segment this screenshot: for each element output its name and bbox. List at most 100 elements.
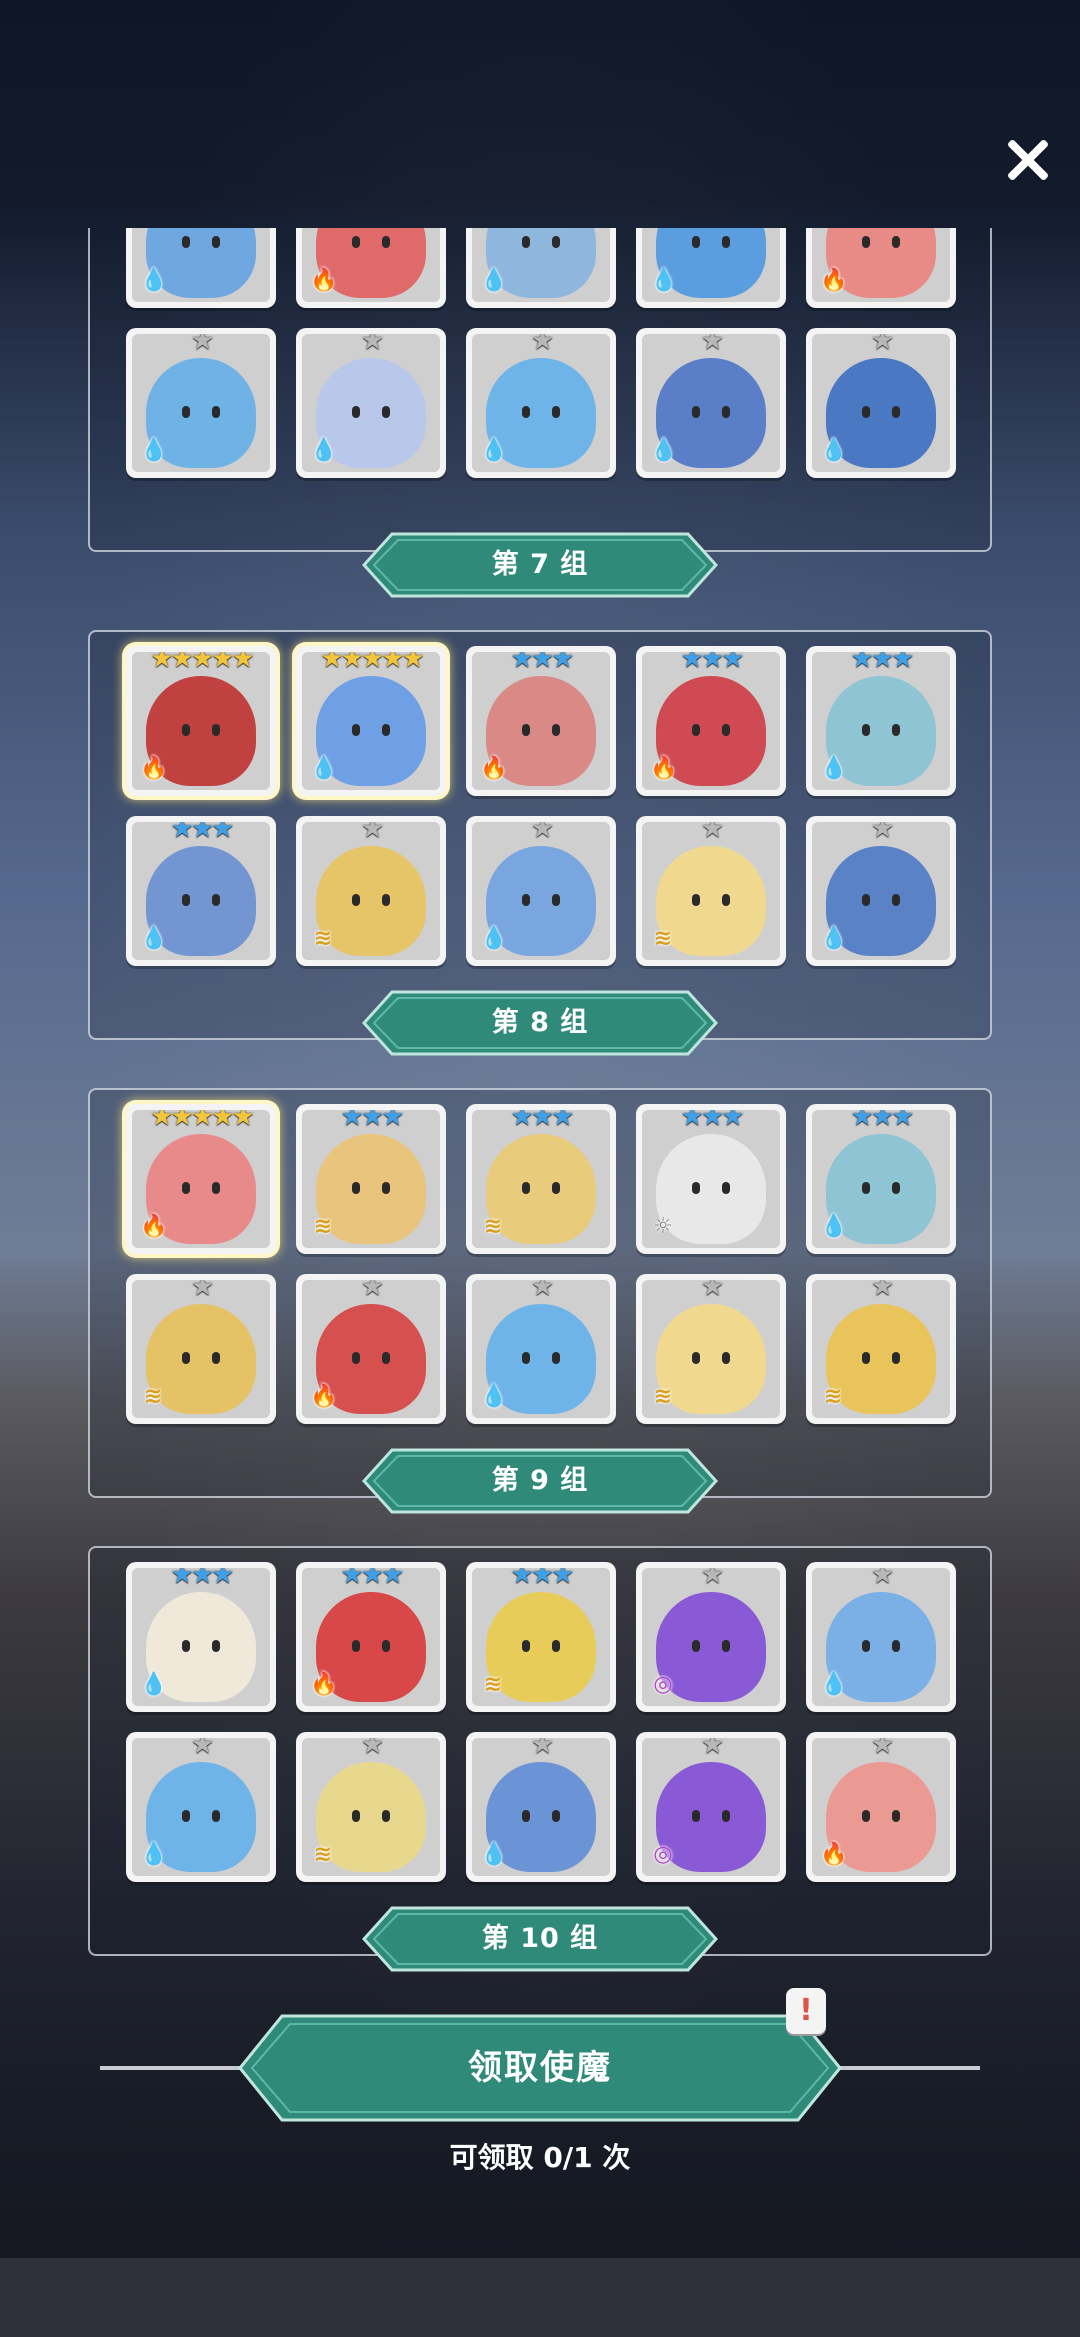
familiar-card-blue-bear[interactable]: ★ 💧 (466, 1274, 616, 1424)
familiar-card-blue-golem[interactable]: ★ 💧 (806, 328, 956, 478)
familiar-card-unicorn-knight[interactable]: ★★★ ≋ (296, 1104, 446, 1254)
familiar-portrait: ★ ≋ (812, 1280, 950, 1418)
bottom-bar (0, 2258, 1080, 2337)
familiar-portrait: ★ 💧 (132, 334, 270, 472)
face-icon (346, 894, 396, 908)
dark-element-icon: ◎ (653, 1842, 673, 1867)
familiar-card-purple-witch[interactable]: ★ ◎ (636, 1732, 786, 1882)
face-icon (346, 724, 396, 738)
familiar-card-witch-girl[interactable]: ★ 💧 (636, 328, 786, 478)
familiar-portrait: ★ 💧 (812, 822, 950, 960)
star-rating-icon: ★ (870, 1568, 894, 1590)
wind-element-icon: ≋ (313, 1214, 333, 1239)
familiar-card-red-fuzzball[interactable]: 🔥 (296, 228, 446, 308)
water-element-icon: 💧 (820, 1214, 848, 1239)
fire-element-icon: 🔥 (820, 268, 848, 293)
familiar-portrait: ★ 🔥 (812, 1738, 950, 1876)
familiar-card-flower-girl[interactable]: ★ ≋ (636, 816, 786, 966)
familiar-card-pink-fox[interactable]: ★★★★★ 🔥 (126, 1104, 276, 1254)
familiar-grid: ★★★★★ 🔥 ★★★★★ 💧 ★★★ 🔥 ★★★ 🔥 ★★★ 💧 ★★★ 💧 ★ ≋ ★ 💧 ★ ≋ ★ 💧 (126, 646, 956, 966)
face-icon (686, 1640, 736, 1654)
group-list[interactable]: 💧 🔥 💧 💧 🔥 ★ 💧 ★ 💧 ★ 💧 ★ 💧 ★ 💧 第 7 组 ★★★★★ 🔥 ★★★★★ 💧 ★★★ 🔥 ★★★ 🔥… (0, 228, 1080, 1988)
group-label: 第 9 组 (491, 1465, 589, 1496)
water-element-icon: 💧 (140, 1672, 168, 1697)
star-rating-icon: ★★★ (850, 652, 915, 674)
familiar-card-card-soldier[interactable]: ★ 💧 (806, 816, 956, 966)
familiar-card-red-worm[interactable]: 🔥 (806, 228, 956, 308)
familiar-card-dragon-girl[interactable]: ★★★ 🔥 (466, 646, 616, 796)
familiar-card-red-book[interactable]: ★★★★★ 🔥 (126, 646, 276, 796)
familiar-card-red-hood[interactable]: ★★★ 🔥 (636, 646, 786, 796)
familiar-card-ice-queen[interactable]: ★★★★★ 💧 (296, 646, 446, 796)
face-icon (686, 1352, 736, 1366)
familiar-card-skull-witch[interactable]: ★★★ 💧 (806, 1104, 956, 1254)
familiar-card-blue-bear[interactable]: ★ 💧 (126, 1732, 276, 1882)
familiar-card-yellow-antler[interactable]: ★★★ ≋ (466, 1562, 616, 1712)
face-icon (176, 1810, 226, 1824)
familiar-portrait: ★ ≋ (302, 822, 440, 960)
star-rating-icon: ★★★★★ (150, 1110, 255, 1132)
dark-element-icon: ◎ (653, 1672, 673, 1697)
familiar-card-blue-bear[interactable]: ★ 💧 (466, 328, 616, 478)
familiar-card-purple-fuzzball[interactable]: ★ ◎ (636, 1562, 786, 1712)
familiar-card-blue-cactus[interactable]: ★ 💧 (806, 1562, 956, 1712)
group-panel: ★★★★★ 🔥 ★★★ ≋ ★★★ ≋ ★★★ ☼ ★★★ 💧 ★ ≋ ★ 🔥 ★ 💧 ★ ≋ ★ ≋ (88, 1088, 992, 1498)
familiar-card-blue-spiky[interactable]: 💧 (636, 228, 786, 308)
familiar-portrait: ★ 💧 (642, 334, 780, 472)
familiar-card-red-coral[interactable]: ★ 🔥 (296, 1274, 446, 1424)
familiar-portrait: 🔥 (302, 228, 440, 302)
fire-element-icon: 🔥 (820, 1842, 848, 1867)
face-icon (516, 236, 566, 250)
familiar-card-clock-monster[interactable]: 💧 (126, 228, 276, 308)
familiar-portrait: ★★★ 🔥 (472, 652, 610, 790)
star-rating-icon: ★★★ (850, 1110, 915, 1132)
familiar-card-white-knight[interactable]: ★★★ ☼ (636, 1104, 786, 1254)
familiar-card-ghost[interactable]: ★ 💧 (296, 328, 446, 478)
star-rating-icon: ★★★ (510, 1110, 575, 1132)
group-label-banner: 第 8 组 (362, 990, 718, 1056)
fire-element-icon: 🔥 (140, 1214, 168, 1239)
fire-element-icon: 🔥 (140, 756, 168, 781)
group-label-banner: 第 10 组 (362, 1906, 718, 1972)
star-rating-icon: ★ (360, 822, 384, 844)
familiar-card-winged-warrior[interactable]: ★ ≋ (806, 1274, 956, 1424)
group-panel: ★★★ 💧 ★★★ 🔥 ★★★ ≋ ★ ◎ ★ 💧 ★ 💧 ★ ≋ ★ 💧 ★ ◎ ★ 🔥 (88, 1546, 992, 1956)
familiar-card-blue-dino[interactable]: ★ 💧 (126, 328, 276, 478)
wind-element-icon: ≋ (483, 1214, 503, 1239)
wind-element-icon: ≋ (483, 1672, 503, 1697)
star-rating-icon: ★★★ (680, 652, 745, 674)
fire-element-icon: 🔥 (480, 756, 508, 781)
familiar-card-mummy[interactable]: 💧 (466, 228, 616, 308)
familiar-card-skull-witch[interactable]: ★★★ 💧 (806, 646, 956, 796)
familiar-portrait: ★★★ ☼ (642, 1110, 780, 1248)
familiar-card-goggle-kid[interactable]: ★ 💧 (466, 1732, 616, 1882)
face-icon (176, 894, 226, 908)
star-rating-icon: ★ (700, 1568, 724, 1590)
wind-element-icon: ≋ (313, 926, 333, 951)
close-icon[interactable] (1000, 132, 1056, 188)
claim-count: 可领取 0/1 次 (449, 2141, 631, 2174)
familiar-card-banana-cactus[interactable]: ★ ≋ (296, 816, 446, 966)
familiar-card-flower-girl[interactable]: ★ ≋ (636, 1274, 786, 1424)
familiar-card-white-ninja[interactable]: ★★★ 💧 (126, 1562, 276, 1712)
familiar-card-red-antler[interactable]: ★★★ 🔥 (296, 1562, 446, 1712)
familiar-portrait: ★★★ ≋ (302, 1110, 440, 1248)
familiar-card-yellow-fuzzball[interactable]: ★ ≋ (126, 1274, 276, 1424)
familiar-portrait: ★ 💧 (472, 1280, 610, 1418)
star-rating-icon: ★★★★★ (320, 652, 425, 674)
star-rating-icon: ★ (870, 822, 894, 844)
familiar-portrait: ★ 💧 (472, 334, 610, 472)
face-icon (516, 406, 566, 420)
familiar-card-pink-warrior[interactable]: ★ 🔥 (806, 1732, 956, 1882)
face-icon (176, 1182, 226, 1196)
claim-familiar-button[interactable]: 领取使魔 (238, 2014, 842, 2122)
familiar-card-turban-cat[interactable]: ★ ≋ (296, 1732, 446, 1882)
familiar-portrait: 💧 (642, 228, 780, 302)
familiar-card-golden-priest[interactable]: ★★★ ≋ (466, 1104, 616, 1254)
familiar-card-blue-slime[interactable]: ★ 💧 (466, 816, 616, 966)
face-icon (516, 1352, 566, 1366)
familiar-card-blue-robot[interactable]: ★★★ 💧 (126, 816, 276, 966)
star-rating-icon: ★★★ (340, 1110, 405, 1132)
familiar-portrait: ★ 💧 (472, 1738, 610, 1876)
star-rating-icon: ★ (530, 1738, 554, 1760)
